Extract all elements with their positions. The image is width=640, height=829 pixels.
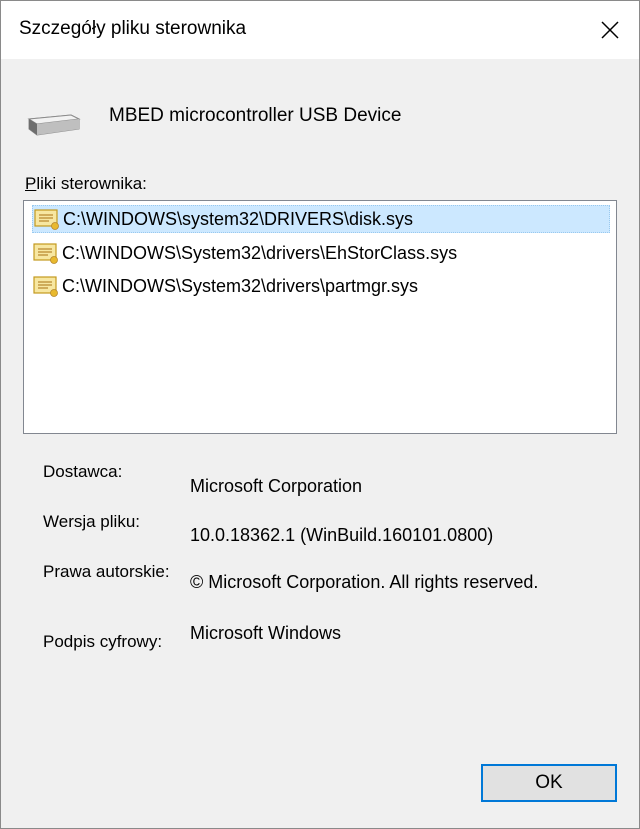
driver-file-details-dialog: Szczegóły pliku sterownika MBED microcon… (0, 0, 640, 829)
close-icon (601, 21, 619, 39)
provider-value: Microsoft Corporation (190, 476, 363, 496)
label-accelerator: P (25, 174, 37, 193)
file-path: C:\WINDOWS\System32\drivers\partmgr.sys (62, 275, 419, 296)
file-version-label: Wersja pliku: (43, 512, 140, 531)
driver-file-icon (34, 209, 59, 230)
list-item[interactable]: C:\WINDOWS\system32\DRIVERS\disk.sys (32, 205, 610, 233)
device-name: MBED microcontroller USB Device (109, 105, 402, 126)
provider-label: Dostawca: (43, 462, 123, 481)
driver-files-label: Pliki sterownika: (25, 174, 147, 194)
title-bar[interactable]: Szczegóły pliku sterownika (1, 1, 639, 59)
file-path: C:\WINDOWS\system32\DRIVERS\disk.sys (63, 208, 414, 229)
label-text: liki sterownika: (36, 174, 147, 193)
drive-icon (27, 114, 81, 136)
file-path: C:\WINDOWS\System32\drivers\EhStorClass.… (62, 242, 458, 263)
close-button[interactable] (581, 1, 639, 59)
copyright-value: © Microsoft Corporation. All rights rese… (190, 572, 539, 592)
driver-files-list[interactable]: C:\WINDOWS\system32\DRIVERS\disk.sys C:\… (23, 200, 617, 434)
list-item[interactable]: C:\WINDOWS\System32\drivers\partmgr.sys (32, 272, 610, 300)
list-item[interactable]: C:\WINDOWS\System32\drivers\EhStorClass.… (32, 239, 610, 267)
driver-file-icon (33, 243, 58, 264)
window-title: Szczegóły pliku sterownika (19, 18, 247, 39)
file-version-value: 10.0.18362.1 (WinBuild.160101.0800) (190, 525, 494, 545)
digital-signature-value: Microsoft Windows (190, 623, 342, 643)
driver-file-icon (33, 276, 58, 297)
ok-button[interactable]: OK (481, 764, 617, 802)
copyright-label: Prawa autorskie: (43, 562, 170, 581)
digital-signature-label: Podpis cyfrowy: (43, 632, 163, 651)
